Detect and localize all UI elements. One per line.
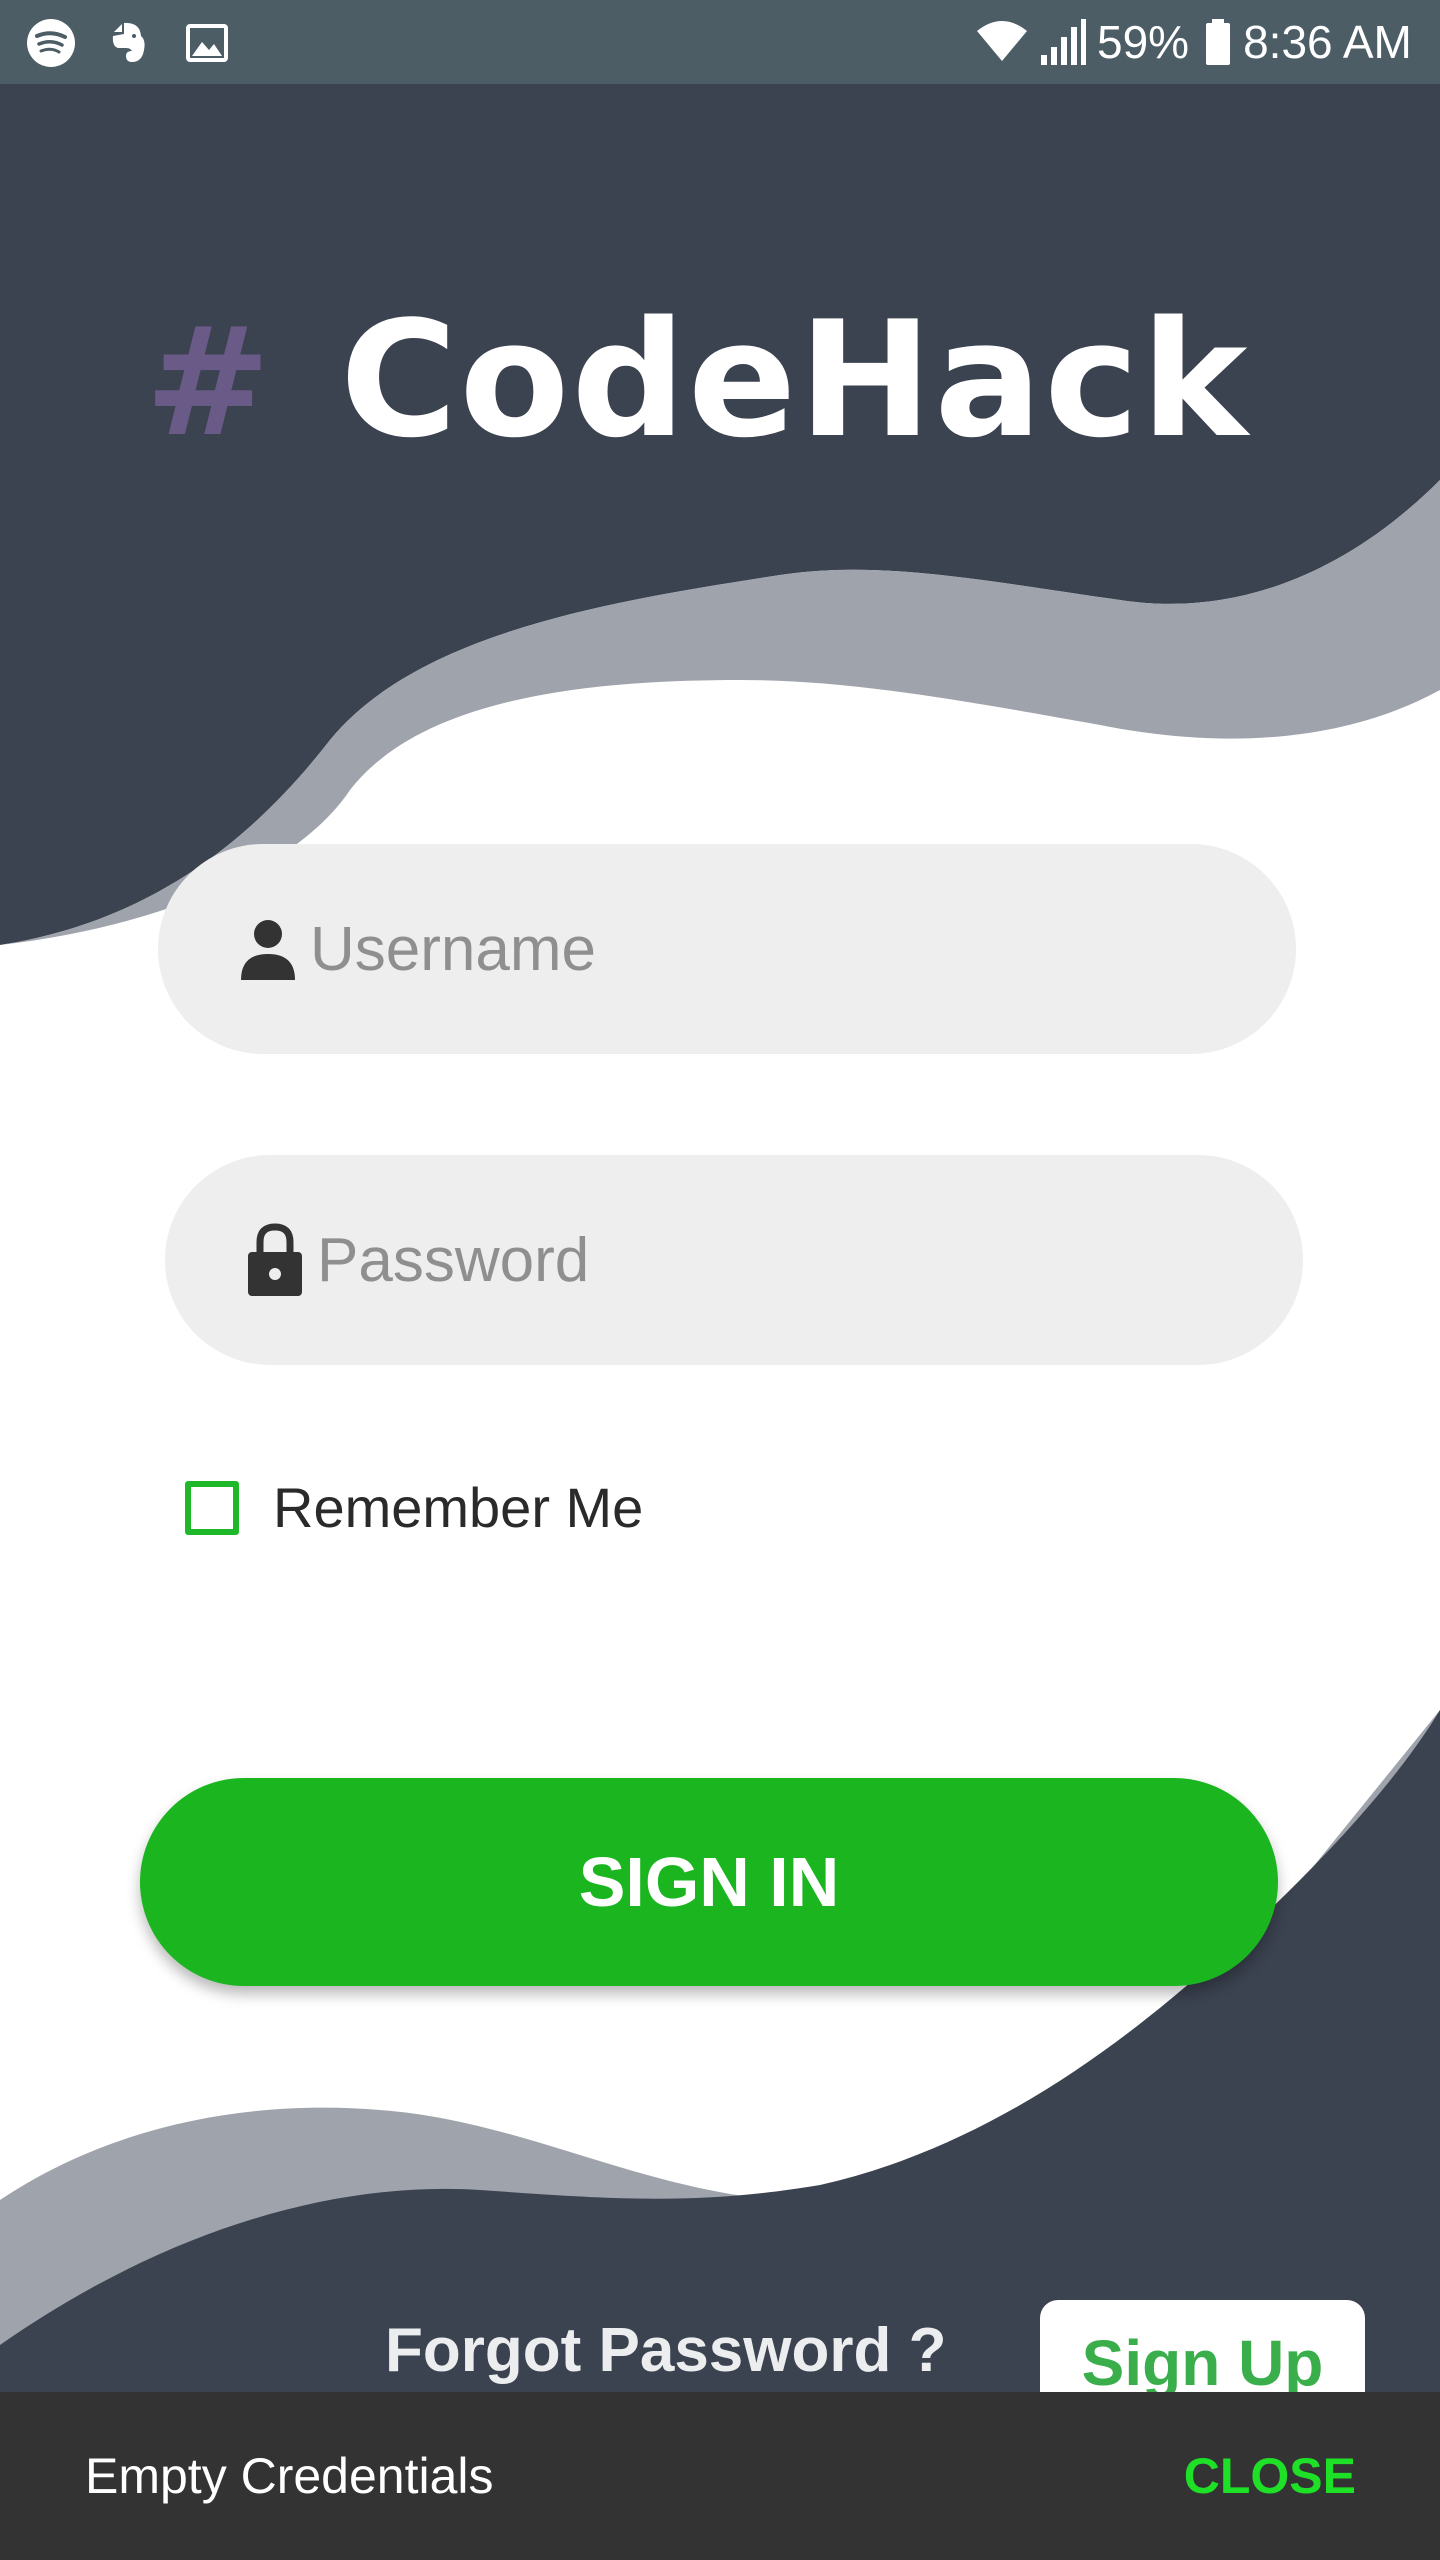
status-right: 59% 8:36 AM (975, 0, 1412, 84)
image-icon (186, 24, 228, 62)
wifi-icon (977, 21, 1027, 61)
username-input[interactable] (310, 899, 1190, 999)
battery-icon (1206, 19, 1231, 65)
snackbar-message: Empty Credentials (85, 2448, 494, 2504)
snackbar-close-button[interactable]: CLOSE (1184, 2392, 1356, 2560)
remember-me-label: Remember Me (273, 1476, 644, 1539)
forgot-password-link[interactable]: Forgot Password ? (385, 2315, 946, 2386)
app-title: CodeHack (340, 286, 1250, 473)
clock: 8:36 AM (1243, 16, 1412, 68)
evernote-icon (112, 22, 145, 62)
username-field[interactable] (158, 844, 1296, 1054)
lock-icon (245, 1220, 305, 1300)
password-field[interactable] (165, 1155, 1303, 1365)
password-input[interactable] (317, 1210, 1197, 1310)
signal-icon (1041, 19, 1086, 65)
spotify-icon (27, 19, 75, 67)
login-screen: 59% 8:36 AM # CodeHack Username Remember… (0, 0, 1440, 2560)
logo-hash-symbol: # (145, 296, 271, 470)
remember-me-checkbox[interactable] (185, 1480, 239, 1535)
sign-in-button[interactable]: SIGN IN (140, 1778, 1278, 1986)
snackbar: Empty Credentials CLOSE (0, 2392, 1440, 2560)
status-bar: 59% 8:36 AM (0, 0, 1440, 84)
remember-me-row[interactable]: Remember Me (185, 1475, 643, 1540)
top-dark-wave (0, 84, 1440, 945)
person-icon (238, 909, 298, 989)
battery-percent: 59% (1097, 16, 1190, 68)
